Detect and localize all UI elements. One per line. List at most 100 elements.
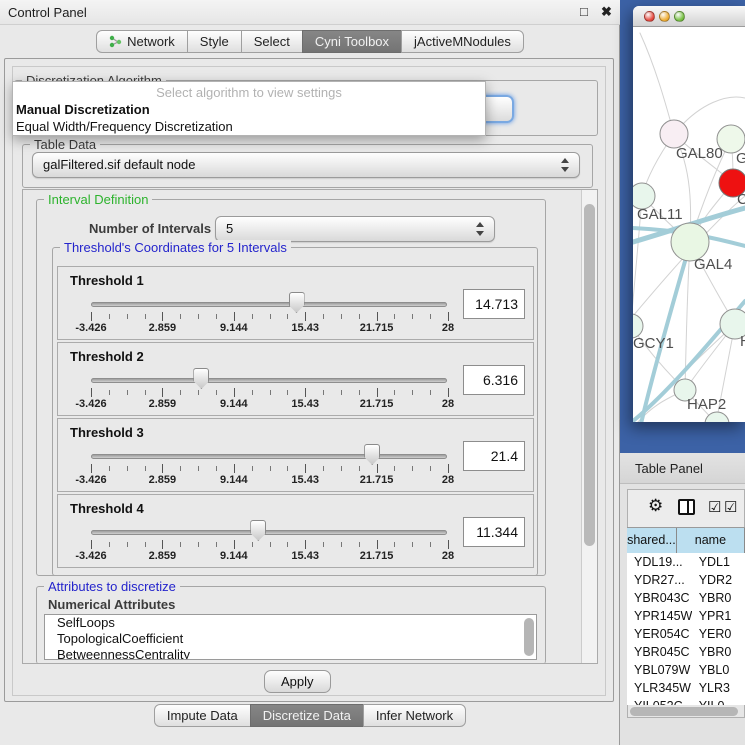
cell-name: YPR1 [692, 607, 745, 625]
minimize-light-icon[interactable] [659, 11, 670, 22]
number-of-intervals-combo[interactable]: 5 [215, 216, 495, 242]
slider-track[interactable] [91, 378, 447, 383]
slider-thumb[interactable] [289, 292, 305, 313]
checked-box-icon[interactable]: ☑ [724, 498, 737, 516]
combo-stepper-icon [476, 222, 485, 236]
tab-network[interactable]: Network [96, 30, 188, 53]
algorithm-popup-items: Manual DiscretizationEqual Width/Frequen… [13, 101, 485, 135]
threshold-label: Threshold 3 [70, 425, 144, 440]
tick-mark [162, 388, 163, 397]
tab-discretize-data[interactable]: Discretize Data [250, 704, 364, 727]
tick-mark [412, 390, 413, 395]
checked-box-icon[interactable]: ☑ [708, 498, 721, 516]
threshold-label: Threshold 2 [70, 349, 144, 364]
threshold-value-input[interactable] [463, 289, 525, 319]
tick-mark [145, 466, 146, 471]
algorithm-popup-hint: Select algorithm to view settings [13, 84, 485, 101]
tab-jactivemnodules[interactable]: jActiveMNodules [401, 30, 524, 53]
close-light-icon[interactable] [644, 11, 655, 22]
cell-name: YDL1 [692, 553, 745, 571]
vertical-scrollbar[interactable] [581, 190, 597, 663]
tab-infer-network[interactable]: Infer Network [363, 704, 466, 727]
network-node[interactable] [717, 125, 745, 153]
threshold-row: Threshold 2-3.4262.8599.14415.4321.71528 [57, 342, 534, 416]
table-row[interactable]: YBR045CYBR0 [627, 643, 745, 661]
tick-label: 21.715 [360, 550, 394, 562]
attribute-list-item[interactable]: TopologicalCoefficient [45, 631, 536, 647]
slider-track[interactable] [91, 530, 447, 535]
threshold-value-input[interactable] [463, 517, 525, 547]
tick-mark [323, 542, 324, 547]
scrollbar-thumb[interactable] [584, 204, 595, 546]
panel-title: Control Panel [8, 5, 87, 20]
horizontal-scrollbar[interactable] [628, 705, 744, 717]
table-data-combo-value: galFiltered.sif default node [43, 157, 195, 172]
split-column-icon[interactable] [678, 499, 695, 515]
tab-style[interactable]: Style [187, 30, 242, 53]
tab-label: Style [200, 34, 229, 49]
table-row[interactable]: YBR043CYBR0 [627, 589, 745, 607]
attribute-list-item[interactable]: BetweennessCentrality [45, 647, 536, 660]
table-row[interactable]: YDL19...YDL1 [627, 553, 745, 571]
gear-icon[interactable]: ⚙ [648, 496, 663, 516]
tick-mark [109, 390, 110, 395]
tick-mark [270, 542, 271, 547]
tick-mark [127, 390, 128, 395]
table-data-combo[interactable]: galFiltered.sif default node [32, 152, 580, 178]
list-scrollbar-thumb[interactable] [524, 618, 534, 656]
tick-label: 2.859 [149, 550, 177, 562]
slider-thumb[interactable] [250, 520, 266, 541]
tick-mark [234, 388, 235, 397]
tick-mark [270, 390, 271, 395]
tick-mark [252, 542, 253, 547]
scrollbar-thumb[interactable] [630, 707, 738, 716]
apply-button[interactable]: Apply [264, 670, 331, 693]
algorithm-option[interactable]: Manual Discretization [13, 101, 485, 118]
cell-shared-name: YPR145W [627, 607, 692, 625]
float-window-icon[interactable]: □ [580, 4, 588, 19]
threshold-value-input[interactable] [463, 365, 525, 395]
tick-label: 2.859 [149, 474, 177, 486]
column-header-shared[interactable]: shared... [627, 528, 677, 554]
table-row[interactable]: YER054CYER0 [627, 625, 745, 643]
tab-cyni-toolbox[interactable]: Cyni Toolbox [302, 30, 402, 53]
attribute-list-item[interactable]: SelfLoops [45, 615, 536, 631]
slider-track[interactable] [91, 302, 447, 307]
cell-shared-name: YBL079W [627, 661, 692, 679]
tick-label: 28 [442, 550, 454, 562]
tick-mark [198, 542, 199, 547]
table-row[interactable]: YLR345WYLR3 [627, 679, 745, 697]
table-row[interactable]: YDR27...YDR2 [627, 571, 745, 589]
network-canvas[interactable]: GAL80GACGAL11GAL4GCY1HHAP2 [633, 28, 745, 422]
algorithm-option[interactable]: Equal Width/Frequency Discretization [13, 118, 485, 135]
cell-name: YBL0 [692, 661, 745, 679]
tick-mark [162, 540, 163, 549]
network-node[interactable] [660, 120, 688, 148]
slider-thumb[interactable] [193, 368, 209, 389]
slider-thumb[interactable] [364, 444, 380, 465]
tab-label: Cyni Toolbox [315, 34, 389, 49]
number-of-intervals-label: Number of Intervals [85, 221, 215, 236]
tick-mark [180, 390, 181, 395]
tick-mark [270, 466, 271, 471]
column-header-name[interactable]: name [677, 528, 745, 554]
threshold-row: Threshold 1-3.4262.8599.14415.4321.71528 [57, 266, 534, 340]
tick-mark [394, 314, 395, 319]
tab-impute-data[interactable]: Impute Data [154, 704, 251, 727]
close-panel-icon[interactable]: ✖ [601, 4, 612, 20]
tick-mark [216, 314, 217, 319]
threshold-value-input[interactable] [463, 441, 525, 471]
network-node[interactable] [705, 412, 729, 422]
tick-mark [127, 466, 128, 471]
tab-select[interactable]: Select [241, 30, 303, 53]
tick-label: 21.715 [360, 398, 394, 410]
table-row[interactable]: YPR145WYPR1 [627, 607, 745, 625]
table-row[interactable]: YIL052CYIL0 [627, 697, 745, 705]
tick-mark [252, 314, 253, 319]
tick-mark [377, 540, 378, 549]
table-row[interactable]: YBL079WYBL0 [627, 661, 745, 679]
numerical-attributes-list[interactable]: SelfLoopsTopologicalCoefficientBetweenne… [44, 614, 537, 660]
numerical-attributes-label: Numerical Attributes [44, 597, 179, 612]
slider-track[interactable] [91, 454, 447, 459]
zoom-light-icon[interactable] [674, 11, 685, 22]
